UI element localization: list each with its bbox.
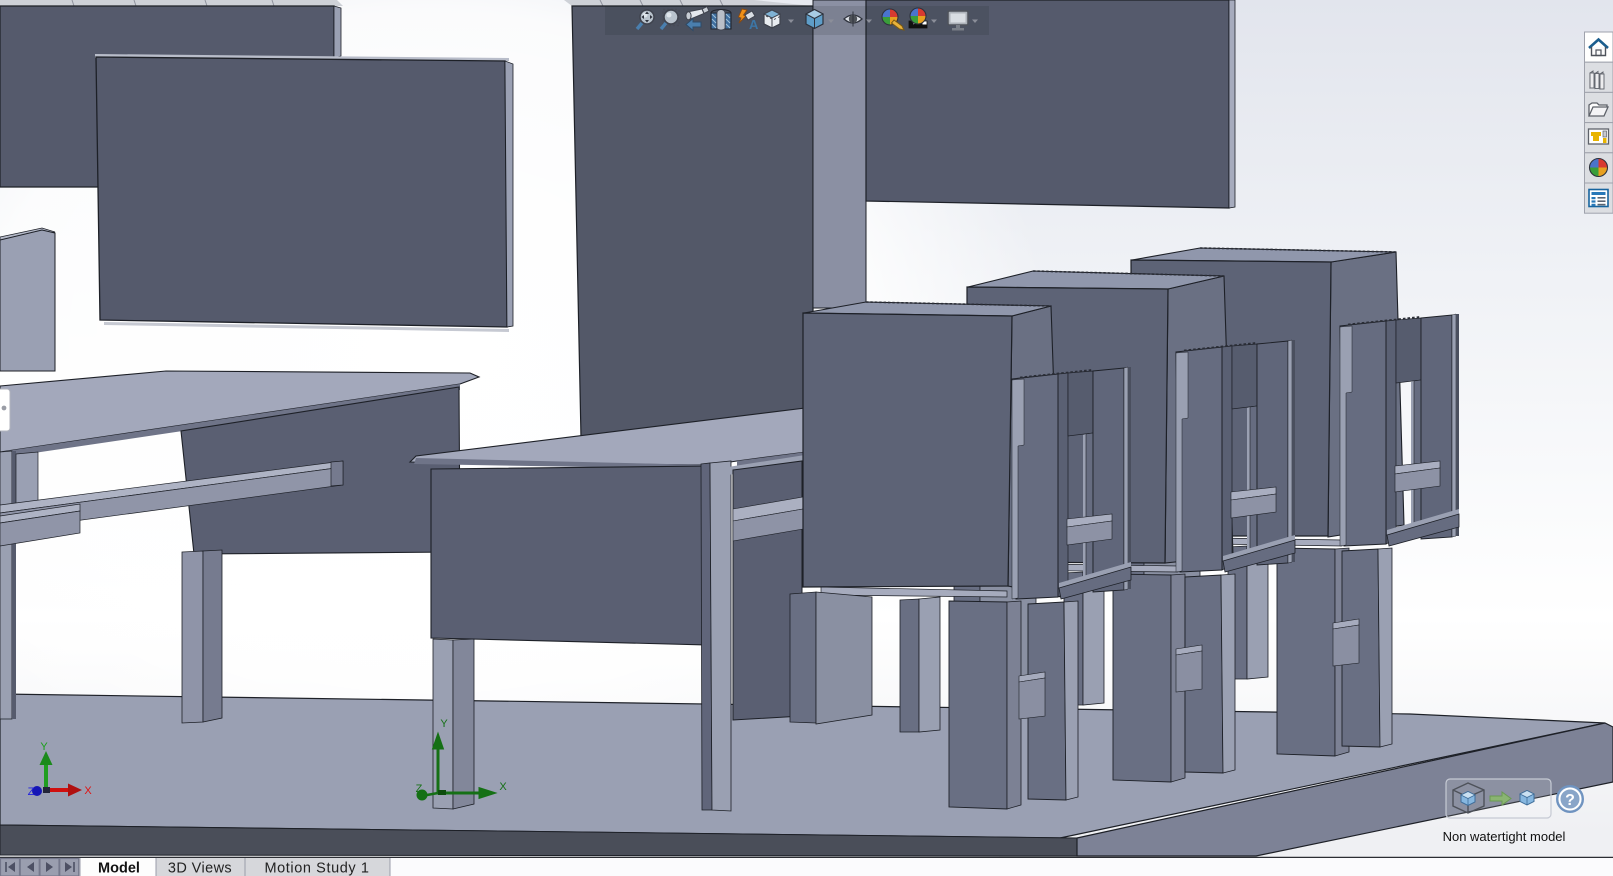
- svg-text:Model: Model: [98, 861, 140, 876]
- svg-text:Non watertight model: Non watertight model: [1443, 829, 1566, 844]
- svg-text:X: X: [499, 781, 507, 793]
- svg-text:3D Views: 3D Views: [168, 861, 232, 876]
- svg-text:?: ?: [1565, 792, 1575, 809]
- svg-text:Y: Y: [440, 718, 448, 730]
- svg-text:Motion Study 1: Motion Study 1: [264, 861, 369, 876]
- svg-text:Z: Z: [28, 786, 35, 798]
- svg-text:X: X: [84, 785, 92, 797]
- svg-text:Y: Y: [40, 741, 48, 753]
- svg-text:A: A: [749, 17, 759, 32]
- svg-text:Z: Z: [416, 783, 423, 795]
